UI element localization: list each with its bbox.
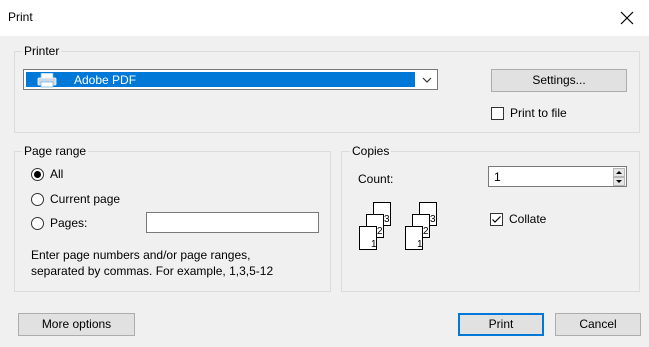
pages-input[interactable] <box>146 212 319 233</box>
page-number-3a: 3 <box>384 214 390 225</box>
printer-select-highlight: Adobe PDF <box>26 72 415 88</box>
print-to-file-label: Print to file <box>510 106 567 120</box>
page-number-1a: 1 <box>371 239 377 250</box>
collate-illustration: 3 2 1 3 2 1 <box>359 202 437 250</box>
collate-label: Collate <box>509 212 547 226</box>
spin-down-icon[interactable] <box>613 177 625 186</box>
collate-checkbox[interactable] <box>490 213 503 226</box>
page-number-2a: 2 <box>377 226 383 237</box>
more-options-button[interactable]: More options <box>18 313 135 336</box>
settings-button[interactable]: Settings... <box>491 69 627 92</box>
radio-current-page[interactable] <box>31 193 44 206</box>
count-label: Count: <box>358 172 394 186</box>
printer-select[interactable]: Adobe PDF <box>23 69 438 90</box>
page-range-hint-line1: Enter page numbers and/or page ranges, <box>31 248 251 262</box>
print-to-file-checkbox[interactable] <box>491 107 504 120</box>
printer-legend: Printer <box>22 44 62 58</box>
print-button[interactable]: Print <box>458 313 544 336</box>
radio-current-page-label: Current page <box>50 192 121 206</box>
title-bar: Print <box>0 0 649 36</box>
count-value: 1 <box>494 170 501 184</box>
count-spinner[interactable]: 1 <box>488 166 627 187</box>
page-number-2b: 2 <box>423 226 429 237</box>
page-range-legend: Page range <box>22 144 89 158</box>
printer-select-value: Adobe PDF <box>74 73 137 87</box>
printer-group <box>14 51 640 133</box>
radio-all-label: All <box>50 167 64 181</box>
radio-all[interactable] <box>31 168 44 181</box>
radio-pages-label: Pages: <box>50 216 88 230</box>
printer-icon <box>37 73 57 88</box>
window-title: Print <box>8 10 33 24</box>
page-range-hint-line2: separated by commas. For example, 1,3,5-… <box>31 264 274 278</box>
spin-up-icon[interactable] <box>613 168 625 177</box>
page-number-3b: 3 <box>430 214 436 225</box>
radio-pages[interactable] <box>31 217 44 230</box>
chevron-down-icon[interactable] <box>421 74 433 86</box>
checkmark-icon <box>492 216 501 223</box>
copies-legend: Copies <box>350 144 392 158</box>
radio-selected-dot <box>34 171 41 178</box>
cancel-button[interactable]: Cancel <box>555 313 641 336</box>
close-icon[interactable] <box>615 6 639 30</box>
page-number-1b: 1 <box>417 239 423 250</box>
